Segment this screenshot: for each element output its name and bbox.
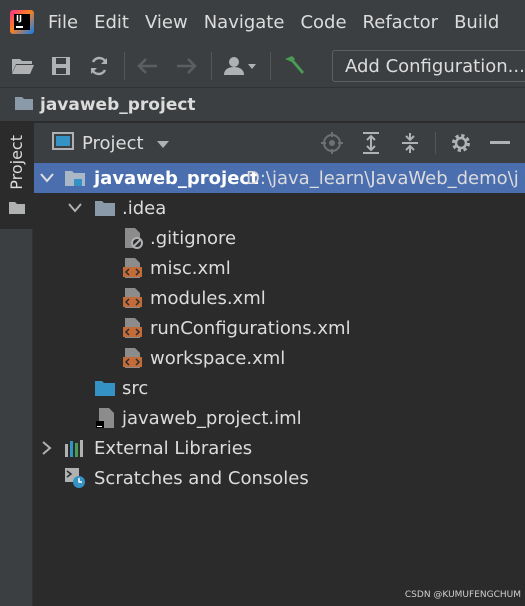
toolbar-separator	[270, 51, 271, 80]
hide-minus-icon[interactable]	[486, 129, 514, 157]
sync-icon[interactable]	[84, 51, 114, 81]
xml-file-icon	[122, 257, 144, 279]
project-tree: javaweb_project D:\java_learn\JavaWeb_de…	[34, 163, 525, 606]
folder-icon	[94, 197, 116, 219]
build-hammer-icon[interactable]	[279, 51, 309, 81]
expand-all-icon[interactable]	[357, 129, 385, 157]
tree-node-external-libraries[interactable]: External Libraries	[34, 433, 525, 463]
tree-node-label: src	[122, 377, 149, 399]
collapse-all-icon[interactable]	[396, 129, 424, 157]
breadcrumb: javaweb_project	[0, 88, 525, 122]
add-configuration-button[interactable]: Add Configuration...	[332, 50, 525, 82]
menu-file[interactable]: File	[48, 12, 78, 33]
menu-build[interactable]: Build	[454, 12, 499, 33]
tree-node-src[interactable]: src	[34, 373, 525, 403]
menu-edit[interactable]: Edit	[94, 12, 129, 33]
user-account-icon[interactable]	[220, 51, 260, 81]
project-view-icon	[52, 132, 74, 154]
libraries-icon	[64, 437, 86, 459]
menu-view[interactable]: View	[145, 12, 188, 33]
tree-node-idea[interactable]: .idea	[34, 193, 525, 223]
header-separator	[435, 132, 436, 154]
tree-node-label: javaweb_project.iml	[122, 407, 302, 429]
source-folder-icon	[94, 377, 116, 399]
xml-file-icon	[122, 287, 144, 309]
toolbar-separator	[211, 51, 212, 80]
ignored-file-icon	[122, 227, 144, 249]
stripe-tab-project[interactable]: Project	[0, 123, 33, 229]
settings-gear-icon[interactable]	[447, 129, 475, 157]
locate-icon[interactable]	[318, 129, 346, 157]
panel-title[interactable]: Project	[82, 133, 144, 154]
chevron-down-icon[interactable]	[40, 171, 54, 185]
xml-file-icon	[122, 347, 144, 369]
toolbar-separator	[124, 51, 125, 80]
menu-refactor[interactable]: Refactor	[363, 12, 439, 33]
tree-node-gitignore[interactable]: .gitignore	[34, 223, 525, 253]
xml-file-icon	[122, 317, 144, 339]
module-folder-icon	[64, 167, 86, 189]
menu-bar: File Edit View Navigate Code Refactor Bu…	[0, 0, 525, 44]
forward-arrow-icon[interactable]	[171, 51, 201, 81]
folder-icon	[14, 95, 34, 115]
tree-node-root[interactable]: javaweb_project D:\java_learn\JavaWeb_de…	[34, 163, 525, 193]
tree-node-modules-xml[interactable]: modules.xml	[34, 283, 525, 313]
tree-node-workspace-xml[interactable]: workspace.xml	[34, 343, 525, 373]
tree-node-label: Scratches and Consoles	[94, 467, 309, 489]
chevron-right-icon[interactable]	[40, 441, 54, 455]
tree-node-label: javaweb_project	[94, 167, 259, 189]
iml-file-icon	[94, 407, 116, 429]
tree-node-label: misc.xml	[150, 257, 231, 279]
chevron-down-icon[interactable]	[68, 201, 82, 215]
project-panel-header: Project	[34, 123, 525, 163]
breadcrumb-project[interactable]: javaweb_project	[40, 95, 196, 115]
main-toolbar: Add Configuration...	[0, 44, 525, 88]
save-icon[interactable]	[46, 51, 76, 81]
tree-node-label: modules.xml	[150, 287, 266, 309]
folder-icon	[9, 199, 25, 218]
tree-node-runconfigurations-xml[interactable]: runConfigurations.xml	[34, 313, 525, 343]
menu-code[interactable]: Code	[300, 12, 346, 33]
tree-node-scratches[interactable]: Scratches and Consoles	[34, 463, 525, 493]
tool-window-stripe: Project	[0, 123, 33, 606]
tree-node-label: External Libraries	[94, 437, 253, 459]
open-folder-icon[interactable]	[8, 51, 38, 81]
menu-navigate[interactable]: Navigate	[204, 12, 285, 33]
stripe-tab-label: Project	[7, 135, 26, 190]
tree-node-label: runConfigurations.xml	[150, 317, 351, 339]
tree-node-iml[interactable]: javaweb_project.iml	[34, 403, 525, 433]
scratches-icon	[64, 467, 86, 489]
chevron-down-icon[interactable]	[156, 134, 170, 153]
tree-node-label: .idea	[122, 197, 167, 219]
tree-node-path: D:\java_learn\JavaWeb_demo\j	[246, 167, 519, 189]
tree-node-label: workspace.xml	[150, 347, 286, 369]
tree-node-label: .gitignore	[150, 227, 237, 249]
back-arrow-icon[interactable]	[133, 51, 163, 81]
watermark: CSDN @KUMUFENGCHUM	[404, 590, 521, 600]
tree-node-misc-xml[interactable]: misc.xml	[34, 253, 525, 283]
intellij-logo-icon	[10, 10, 34, 34]
